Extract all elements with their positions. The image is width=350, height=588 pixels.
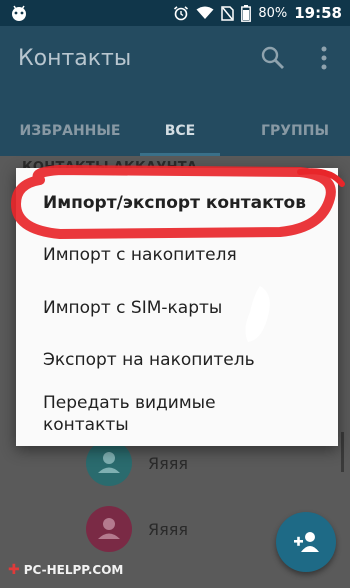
menu-item-export-storage[interactable]: Экспорт на накопитель — [16, 349, 338, 371]
app-bar: Контакты ИЗБРАННЫЕ ВСЕ ГРУППЫ — [0, 26, 350, 156]
watermark: ✚ PC-HELPP.COM — [8, 562, 123, 578]
alarm-icon — [174, 6, 189, 21]
more-vert-icon[interactable] — [314, 44, 334, 74]
overflow-menu: Импорт/экспорт контактов Импорт с накопи… — [16, 168, 338, 446]
watermark-text: PC-HELPP.COM — [23, 563, 124, 577]
no-sim-icon — [221, 6, 235, 21]
avatar — [86, 440, 132, 486]
person-icon — [98, 518, 120, 539]
menu-item-import-export[interactable]: Импорт/экспорт контактов — [16, 192, 338, 214]
android-icon — [12, 5, 26, 21]
avatar — [86, 506, 132, 552]
wifi-icon — [196, 6, 214, 19]
page-title: Контакты — [18, 46, 132, 71]
tab-favorites[interactable]: ИЗБРАННЫЕ — [0, 108, 140, 156]
tab-all[interactable]: ВСЕ — [140, 108, 220, 156]
menu-item-import-storage[interactable]: Импорт с накопителя — [16, 244, 338, 266]
scrollbar[interactable] — [341, 432, 344, 472]
person-icon — [98, 452, 120, 473]
tab-groups[interactable]: ГРУППЫ — [240, 108, 350, 156]
search-icon[interactable] — [259, 44, 287, 72]
status-bar: 80% 19:58 — [0, 0, 350, 26]
list-item[interactable]: Яяяя — [0, 440, 350, 500]
clock: 19:58 — [294, 4, 342, 22]
tab-bar: ИЗБРАННЫЕ ВСЕ ГРУППЫ — [0, 108, 350, 156]
battery-icon — [241, 4, 252, 22]
contact-name: Яяяя — [148, 454, 188, 473]
contact-name: Яяяя — [148, 520, 188, 539]
menu-item-share-visible[interactable]: Передать видимые контакты — [16, 392, 338, 436]
battery-percent: 80% — [258, 5, 288, 21]
add-person-icon — [294, 532, 319, 552]
menu-item-import-sim[interactable]: Импорт с SIM-карты — [16, 297, 338, 319]
cross-icon: ✚ — [8, 562, 20, 578]
add-contact-button[interactable] — [276, 512, 336, 572]
